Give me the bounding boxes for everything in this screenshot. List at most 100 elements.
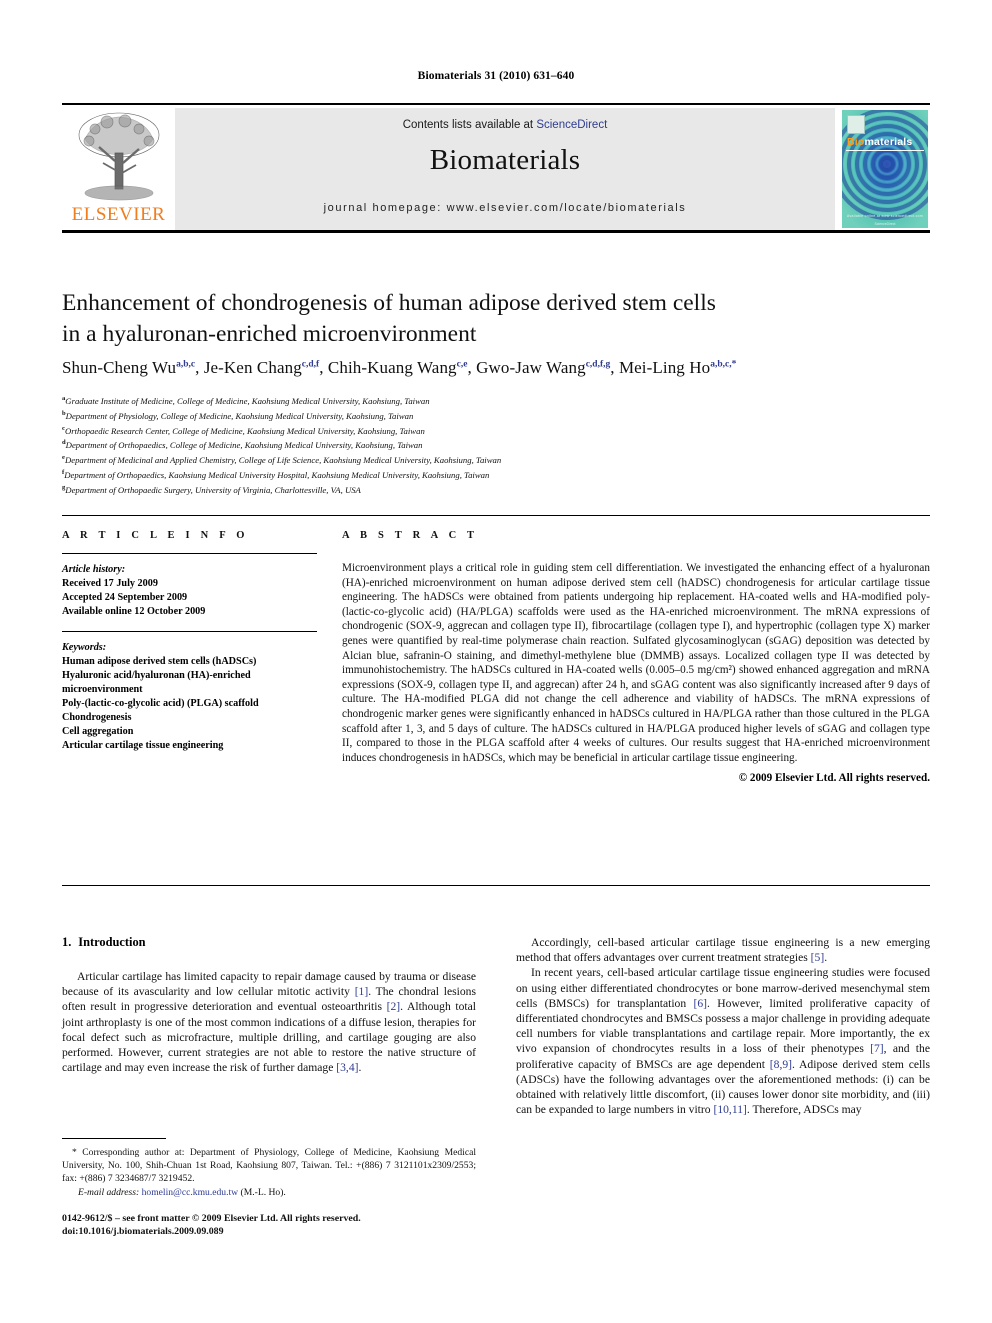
info-section-top-rule [62,515,930,516]
affiliation-row: eDepartment of Medicinal and Applied Che… [62,452,942,467]
author-4-name: Mei-Ling Ho [618,358,711,377]
issn-copyright-line: 0142-9612/$ – see front matter © 2009 El… [62,1213,361,1224]
elsevier-wordmark: ELSEVIER [71,204,166,225]
author-sep-3: , [610,358,619,377]
author-4-marks: a,b,c,* [710,359,737,370]
author-3-name: Gwo-Jaw Wang [476,358,586,377]
journal-cover-thumbnail[interactable]: Biomaterials Available online at www.sci… [835,108,930,230]
corresponding-author-note: * Corresponding author at: Department of… [62,1147,476,1184]
cover-divider [846,150,924,151]
affiliation-row: fDepartment of Orthopaedics, Kaohsiung M… [62,467,942,482]
journal-homepage-link[interactable]: journal homepage: www.elsevier.com/locat… [175,202,835,214]
email-note: E-mail address: homelin@cc.kmu.edu.tw (M… [62,1186,476,1199]
section-title: Introduction [78,935,146,949]
author-2-name: Chih-Kuang Wang [327,358,457,377]
running-head: Biomaterials 31 (2010) 631–640 [417,70,575,82]
keyword-item: Human adipose derived stem cells (hADSCs… [62,656,257,667]
cover-title-part1: Bio [847,136,865,148]
keyword-item: Chondrogenesis [62,712,132,723]
author-3-marks: c,d,f,g [585,359,611,370]
intro-paragraph-1: Articular cartilage has limited capacity… [62,969,476,1075]
affiliation-5-text: Department of Orthopaedics, Kaohsiung Me… [64,469,490,480]
body-left-column: 1. Introduction Articular cartilage has l… [62,935,476,1075]
masthead-bottom-rule [62,230,930,233]
body-right-column: Accordingly, cell-based articular cartil… [516,935,930,1117]
citation-ref-10-11[interactable]: [10,11] [713,1103,746,1116]
affiliation-row: gDepartment of Orthopaedic Surgery, Univ… [62,482,942,497]
affiliation-row: cOrthopaedic Research Center, College of… [62,423,942,438]
paper-page: Biomaterials 31 (2010) 631–640 ELSEVIER … [0,0,992,1323]
keyword-item: Hyaluronic acid/hyaluronan (HA)-enriched… [62,670,251,695]
author-0-marks: a,b,c [176,359,196,370]
section-number: 1. [62,935,72,949]
footnote-rule [62,1138,166,1139]
article-info-column: A R T I C L E I N F O Article history: R… [62,530,317,753]
affiliation-row: bDepartment of Physiology, College of Me… [62,408,942,423]
citation-ref-8-9[interactable]: [8,9] [770,1058,792,1071]
cover-journal-title: Biomaterials [847,136,912,148]
affiliation-3-text: Department of Orthopaedics, College of M… [65,440,423,451]
email-link[interactable]: homelin@cc.kmu.edu.tw [142,1187,239,1198]
journal-title: Biomaterials [429,144,581,176]
elsevier-tree-icon [78,112,160,201]
author-0-name: Shun-Cheng Wu [62,358,177,377]
abstract-text: Microenvironment plays a critical role i… [342,562,930,764]
footnote-block: * Corresponding author at: Department of… [62,1146,476,1199]
journal-masthead: ELSEVIER Contents lists available at Sci… [62,103,930,230]
cover-footer-line2: ScienceDirect [874,222,896,226]
author-0[interactable]: Shun-Cheng Wua,b,c [62,358,195,377]
intro-paragraph-2: Accordingly, cell-based articular cartil… [516,935,930,965]
affiliation-4-text: Department of Medicinal and Applied Chem… [64,455,502,466]
article-history-item: Available online 12 October 2009 [62,606,206,617]
abstract-copyright: © 2009 Elsevier Ltd. All rights reserved… [738,772,930,785]
citation-ref-2[interactable]: [2] [387,1000,401,1013]
section-heading-introduction: 1. Introduction [62,935,476,950]
abstract-column: A B S T R A C T Microenvironment plays a… [342,530,930,784]
author-sep-2: , [467,358,477,377]
affiliation-2-text: Orthopaedic Research Center, College of … [64,425,425,436]
affiliation-0-text: Graduate Institute of Medicine, College … [65,395,430,406]
author-1[interactable]: Je-Ken Changc,d,f [204,358,319,377]
article-title-line1: Enhancement of chondrogenesis of human a… [62,290,716,316]
abstract-heading: A B S T R A C T [342,530,479,541]
citation-ref-3-4[interactable]: [3,4] [336,1061,358,1074]
author-2[interactable]: Chih-Kuang Wangc,e [328,358,468,377]
cover-publisher-mark [847,115,865,134]
article-info-heading: A R T I C L E I N F O [62,530,249,541]
sciencedirect-link[interactable]: ScienceDirect [536,119,607,131]
cover-artwork: Biomaterials Available online at www.sci… [842,110,928,228]
intro-paragraph-3: In recent years, cell-based articular ca… [516,965,930,1117]
affiliation-row: aGraduate Institute of Medicine, College… [62,393,942,408]
affiliation-6-text: Department of Orthopaedic Surgery, Unive… [65,484,361,495]
article-title-line2: in a hyaluronan-enriched microenvironmen… [62,321,477,347]
author-2-marks: c,e [456,359,468,370]
article-history-item: Received 17 July 2009 [62,578,158,589]
author-1-marks: c,d,f [301,359,320,370]
cover-title-part2: materials [864,136,913,148]
journal-band: Contents lists available at ScienceDirec… [175,108,835,230]
citation-ref-1[interactable]: [1] [355,985,369,998]
affiliation-1-text: Department of Physiology, College of Med… [65,410,414,421]
elsevier-logo: ELSEVIER [62,108,175,230]
imprint-block: 0142-9612/$ – see front matter © 2009 El… [62,1212,562,1239]
article-title: Enhancement of chondrogenesis of human a… [62,288,932,350]
citation-ref-5[interactable]: [5] [811,951,825,964]
author-3[interactable]: Gwo-Jaw Wangc,d,f,g [476,358,610,377]
author-sep-0: , [195,358,204,377]
doi-line[interactable]: doi:10.1016/j.biomaterials.2009.09.089 [62,1225,562,1238]
keyword-item: Articular cartilage tissue engineering [62,740,224,751]
article-info-divider [62,553,317,554]
author-4[interactable]: Mei-Ling Hoa,b,c,* [619,358,736,377]
info-section-bottom-rule [62,885,930,886]
intro-p2-seg-a: Accordingly, cell-based articular cartil… [516,936,930,965]
article-history-item: Accepted 24 September 2009 [62,592,188,603]
cover-footer-line1: Available online at www.sciencedirect.co… [847,214,923,218]
keyword-item: Cell aggregation [62,726,134,737]
contents-prefix: Contents lists available at [402,119,537,131]
citation-ref-7[interactable]: [7] [870,1042,884,1055]
keyword-item: Poly-(lactic-co-glycolic acid) (PLGA) sc… [62,698,259,709]
author-1-name: Je-Ken Chang [203,358,302,377]
author-sep-1: , [319,358,328,377]
author-list: Shun-Cheng Wua,b,c, Je-Ken Changc,d,f, C… [62,358,942,378]
citation-ref-6[interactable]: [6] [694,997,708,1010]
